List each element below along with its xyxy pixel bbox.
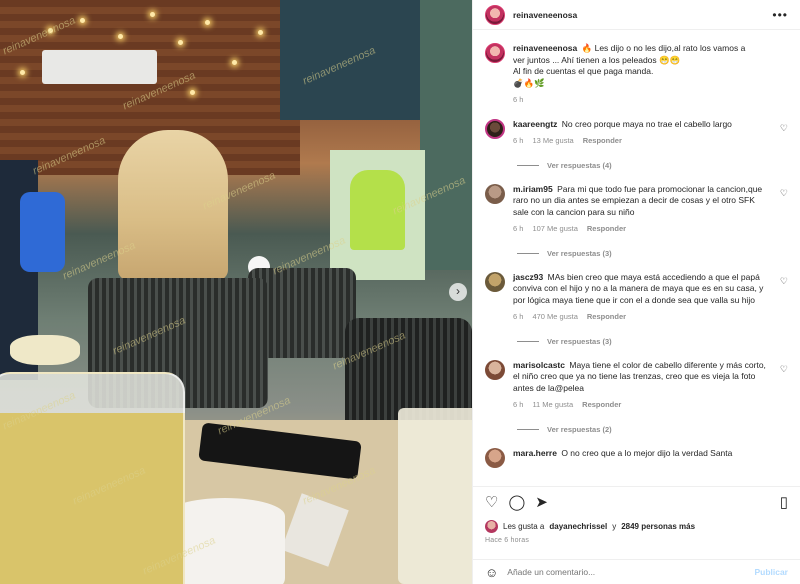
reply-button[interactable]: Responder — [587, 223, 626, 235]
ceiling-light — [48, 28, 53, 33]
comment-time: 6 h — [513, 136, 524, 145]
comment-likes[interactable]: 107 Me gusta — [532, 223, 577, 235]
view-replies-label: Ver respuestas (3) — [547, 248, 612, 258]
likes-count[interactable]: 2849 personas más — [621, 522, 695, 531]
view-replies-button[interactable]: Ver respuestas (2) — [473, 425, 800, 434]
reply-button[interactable]: Responder — [587, 311, 626, 323]
comment-text: MAs bien creo que maya está accediendo a… — [513, 271, 764, 305]
comment-username[interactable]: jascz93 — [513, 272, 543, 282]
ceiling-light — [20, 70, 25, 75]
heart-icon[interactable]: ♡ — [780, 364, 788, 375]
comment-likes[interactable]: 11 Me gusta — [532, 399, 573, 411]
post-header: reinaveneenosa ••• — [473, 0, 800, 30]
caption: reinaveneenosa 🔥 Les dijo o no les dijo,… — [473, 31, 800, 106]
caption-text: 🔥 Les dijo o no les dijo,al rato los vam… — [581, 43, 746, 53]
carousel-next-button[interactable]: › — [449, 283, 467, 301]
view-replies-button[interactable]: Ver respuestas (3) — [473, 337, 800, 346]
avatar[interactable] — [485, 43, 505, 63]
comment-text: O no creo que a lo mejor dijo la verdad … — [561, 447, 733, 458]
heart-icon[interactable]: ♡ — [780, 276, 788, 287]
air-conditioner — [42, 50, 157, 84]
comment-item: marisolcastc Maya tiene el color de cabe… — [473, 359, 800, 411]
comment-item: jascz93 MAs bien creo que maya está acce… — [473, 271, 800, 323]
divider — [517, 340, 539, 342]
divider — [517, 252, 539, 254]
like-icon[interactable]: ♡ — [485, 495, 498, 510]
ceiling-light — [205, 20, 210, 25]
view-replies-label: Ver respuestas (4) — [547, 160, 612, 170]
likes-summary: Les gusta a dayanechrissel y 2849 person… — [485, 520, 788, 533]
post-time: Hace 6 horas — [485, 537, 530, 544]
avatar[interactable] — [485, 118, 505, 139]
likes-conjunction: y — [612, 522, 617, 531]
more-options-icon[interactable]: ••• — [772, 8, 788, 22]
post-photo[interactable]: reinaveneenosa reinaveneenosa reinavenee… — [0, 0, 472, 584]
avatar[interactable] — [485, 183, 505, 204]
dark-sign — [280, 0, 440, 120]
avatar[interactable] — [485, 359, 505, 380]
ceiling-light — [178, 40, 183, 45]
likes-prefix: Les gusta a — [503, 522, 545, 531]
comment-time: 6 h — [513, 400, 524, 409]
ceiling-light — [118, 34, 123, 39]
avatar[interactable] — [485, 271, 505, 292]
avatar[interactable] — [485, 447, 505, 468]
caption-text: 💣🔥🌿 — [513, 77, 545, 88]
comment-icon[interactable]: ◯ — [508, 495, 525, 510]
emoji-icon[interactable]: ☺ — [485, 565, 498, 580]
blue-figure — [20, 192, 65, 272]
view-replies-label: Ver respuestas (2) — [547, 424, 612, 434]
comment-username[interactable]: kaareengtz — [513, 119, 557, 129]
avatar[interactable] — [485, 4, 505, 25]
view-replies-button[interactable]: Ver respuestas (4) — [473, 161, 800, 170]
view-replies-button[interactable]: Ver respuestas (3) — [473, 249, 800, 258]
ceiling-light — [190, 90, 195, 95]
heart-icon[interactable]: ♡ — [780, 188, 788, 199]
comment-username[interactable]: marisolcastc — [513, 360, 565, 370]
post-username[interactable]: reinaveneenosa — [513, 10, 577, 20]
comment-time: 6 h — [513, 312, 524, 321]
comment-time: 6 h — [513, 224, 524, 233]
cup — [398, 408, 472, 584]
green-wall — [420, 0, 472, 270]
caption-text: ver juntos ... Ahí tienen a los peleados… — [513, 54, 681, 65]
ceiling-light — [232, 60, 237, 65]
food — [10, 335, 80, 365]
share-icon[interactable]: ➤ — [535, 495, 548, 510]
bookmark-icon[interactable]: ▯ — [780, 495, 788, 510]
ceiling-light — [258, 30, 263, 35]
heart-icon[interactable]: ♡ — [780, 123, 788, 134]
ceiling-light — [150, 12, 155, 17]
avatar[interactable] — [485, 520, 498, 533]
comment-item: mara.herre O no creo que a lo mejor dijo… — [473, 447, 800, 468]
liker-username[interactable]: dayanechrissel — [549, 522, 607, 531]
blonde-woman — [118, 130, 228, 280]
comment-item: kaareengtz No creo porque maya no trae e… — [473, 118, 800, 147]
comment-likes[interactable]: 13 Me gusta — [532, 135, 573, 147]
comment-text: No creo porque maya no trae el cabello l… — [561, 118, 732, 129]
add-comment-bar: ☺ Publicar — [473, 559, 800, 584]
post-side-panel: reinaveneenosa ••• reinaveneenosa 🔥 Les … — [472, 0, 800, 584]
reply-button[interactable]: Responder — [583, 135, 622, 147]
caption-time: 6 h — [513, 95, 524, 104]
comment-likes[interactable]: 470 Me gusta — [532, 311, 577, 323]
comment-username[interactable]: mara.herre — [513, 448, 557, 458]
view-replies-label: Ver respuestas (3) — [547, 336, 612, 346]
comment-item: m.iriam95 Para mi que todo fue para prom… — [473, 183, 800, 235]
divider — [517, 428, 539, 430]
caption-text: Al fin de cuentas el que paga manda. — [513, 66, 654, 76]
caption-username[interactable]: reinaveneenosa — [513, 43, 577, 53]
green-display — [350, 170, 405, 250]
post-actions: ♡ ◯ ➤ ▯ — [473, 486, 800, 518]
publish-button[interactable]: Publicar — [754, 567, 788, 577]
reply-button[interactable]: Responder — [582, 399, 621, 411]
comments-list[interactable]: reinaveneenosa 🔥 Les dijo o no les dijo,… — [473, 31, 800, 485]
comment-username[interactable]: m.iriam95 — [513, 184, 553, 194]
drink-cup — [0, 372, 185, 584]
divider — [517, 164, 539, 166]
comment-input[interactable] — [507, 567, 746, 577]
ceiling-light — [80, 18, 85, 23]
